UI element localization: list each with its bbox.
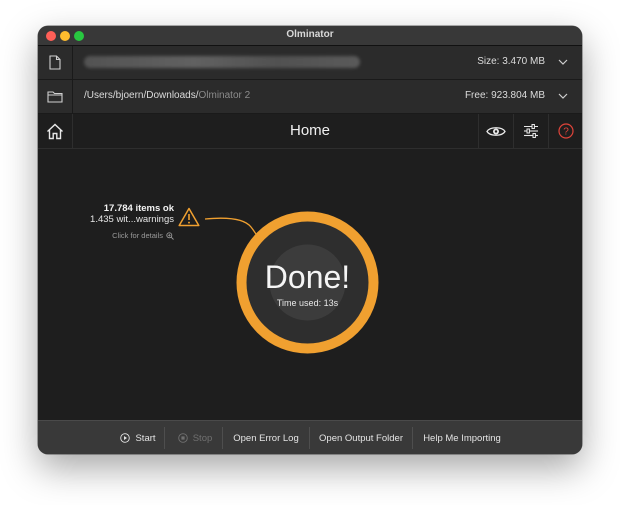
- source-file-row[interactable]: Size: 3.470 MB: [38, 46, 582, 80]
- open-error-log-label: Open Error Log: [233, 432, 299, 444]
- settings-button[interactable]: [513, 114, 548, 148]
- stop-button[interactable]: Stop: [175, 421, 215, 454]
- result-summary[interactable]: 17.784 items ok 1.435 wit...warnings Cli…: [90, 203, 174, 243]
- stop-icon: [177, 433, 188, 443]
- help-me-importing-label: Help Me Importing: [423, 432, 501, 444]
- separator: [222, 427, 223, 449]
- separator: [309, 427, 310, 449]
- start-button[interactable]: Start: [118, 421, 158, 454]
- start-label: Start: [135, 432, 156, 444]
- details-link[interactable]: Click for details: [112, 230, 174, 241]
- output-folder-name: Olminator 2: [198, 90, 251, 101]
- result-panel: 17.784 items ok 1.435 wit...warnings Cli…: [38, 149, 582, 436]
- help-icon: ?: [558, 123, 574, 139]
- time-used: Time used: 13s: [276, 298, 339, 308]
- done-status: Done!: [264, 259, 351, 295]
- window-title: Olminator: [286, 29, 334, 40]
- output-folder-row[interactable]: /Users/bjoern/Downloads/Olminator 2 Free…: [38, 80, 582, 114]
- details-link-label: Click for details: [112, 231, 163, 240]
- output-folder-path-main: /Users/bjoern/Downloads/: [84, 90, 199, 101]
- items-warning-count: 1.435 wit...warnings: [90, 214, 174, 225]
- app-window: Olminator Size: 3.470 MB /Users/bjoern/D…: [38, 26, 582, 454]
- separator: [412, 427, 413, 449]
- play-icon: [120, 433, 131, 443]
- sliders-icon: [524, 124, 538, 138]
- bottom-action-bar: Start Stop Open Error Log Open Output Fo…: [38, 420, 582, 454]
- source-file-path-redacted: [84, 56, 360, 68]
- open-output-folder-button[interactable]: Open Output Folder: [315, 421, 407, 454]
- preview-button[interactable]: [478, 114, 513, 148]
- main-toolbar: Home ?: [38, 114, 582, 149]
- stop-label: Stop: [192, 432, 213, 444]
- title-bar: Olminator: [38, 26, 582, 46]
- file-size: Size: 3.470 MB: [477, 56, 545, 67]
- free-space: Free: 923.804 MB: [464, 90, 545, 101]
- eye-icon: [486, 126, 506, 136]
- chevron-down-icon[interactable]: [556, 55, 570, 69]
- open-error-log-button[interactable]: Open Error Log: [230, 421, 302, 454]
- chevron-down-icon[interactable]: [556, 89, 570, 103]
- folder-icon[interactable]: [38, 80, 73, 113]
- file-icon[interactable]: [38, 46, 73, 79]
- items-ok-count: 17.784 items ok: [103, 203, 174, 214]
- help-button[interactable]: ?: [548, 114, 582, 148]
- warning-icon[interactable]: [178, 207, 200, 227]
- separator: [164, 427, 165, 449]
- help-me-importing-button[interactable]: Help Me Importing: [418, 421, 506, 454]
- magnifier-icon: [166, 231, 174, 240]
- open-output-folder-label: Open Output Folder: [319, 432, 403, 444]
- output-folder-path: /Users/bjoern/Downloads/Olminator 2: [84, 90, 250, 101]
- svg-text:?: ?: [563, 127, 569, 138]
